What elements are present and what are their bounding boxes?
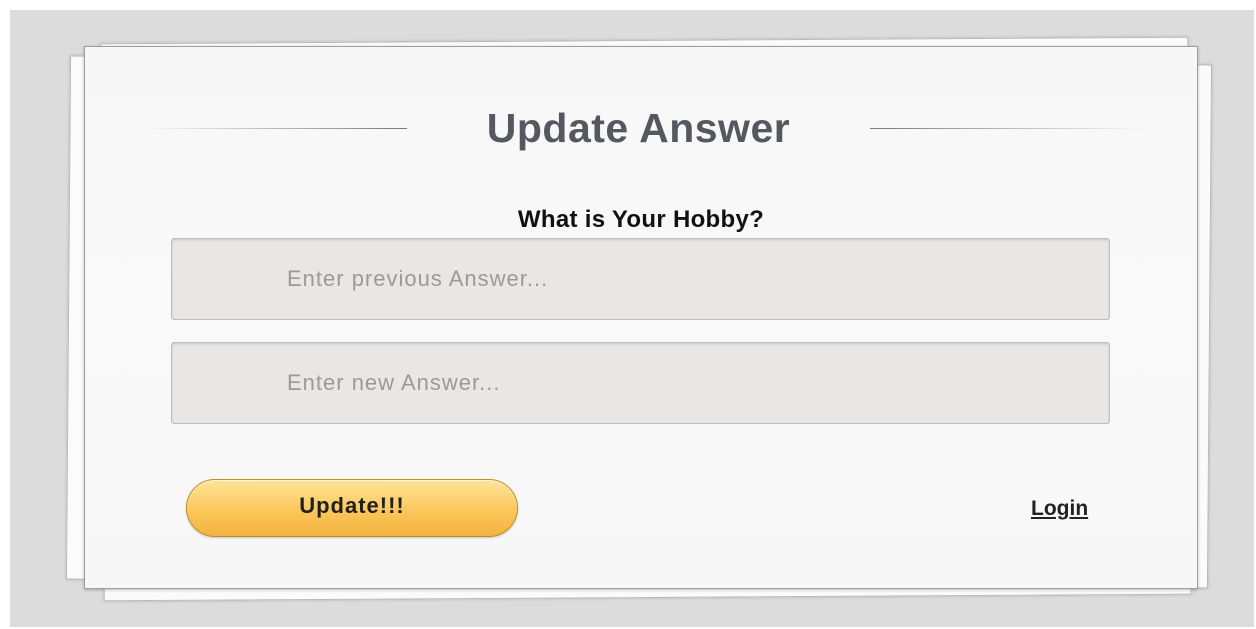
form-title: Update Answer [486,105,791,151]
security-question: What is Your Hobby? [517,206,765,233]
new-answer-input[interactable] [171,342,1110,424]
form-header: Update Answer [145,105,1145,151]
update-button[interactable]: Update!!! [186,479,518,537]
login-link[interactable]: Login [1031,497,1088,521]
page-background: Update Answer What is Your Hobby? Update… [10,10,1254,627]
previous-answer-input[interactable] [171,238,1110,320]
update-answer-form: Update Answer What is Your Hobby? Update… [84,46,1198,589]
title-divider-left [145,128,407,129]
title-divider-right [870,128,1145,129]
